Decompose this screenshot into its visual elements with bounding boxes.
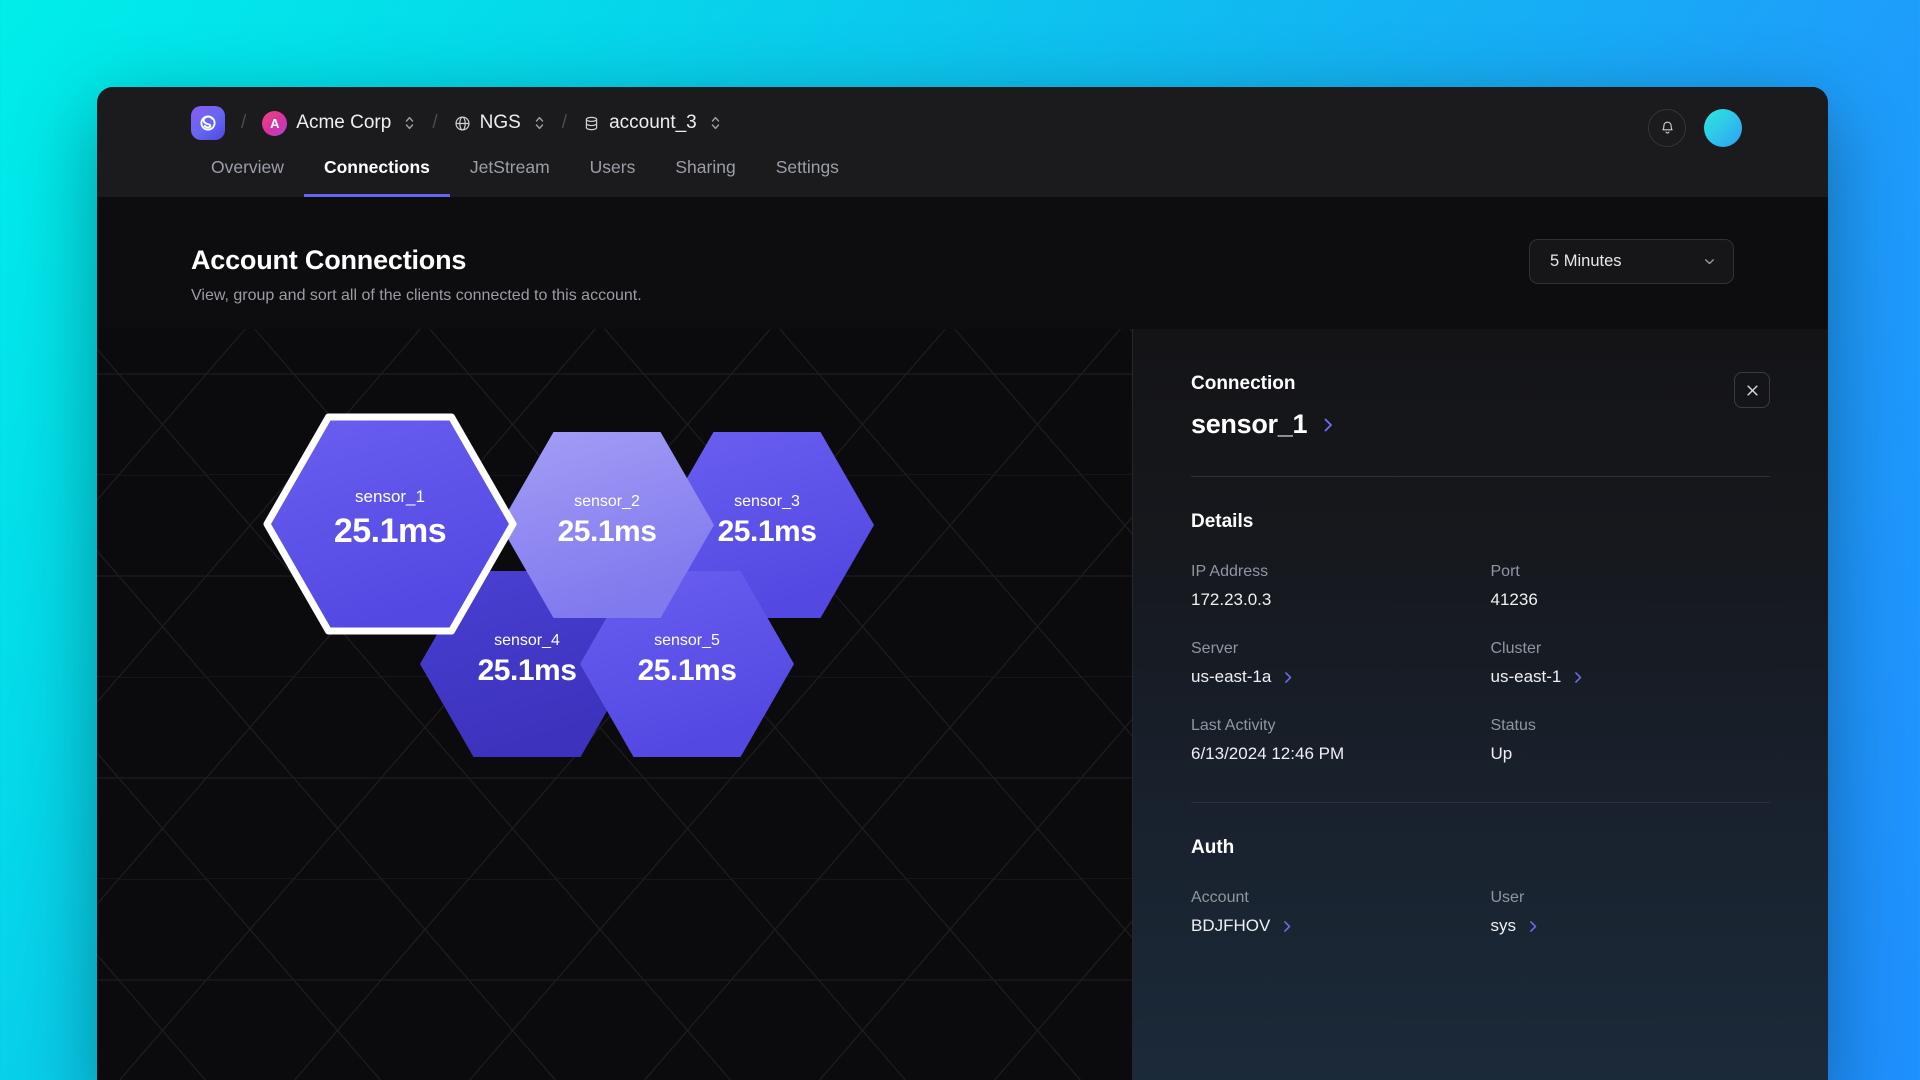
auth-section-title: Auth [1191,837,1235,858]
close-panel-button[interactable] [1734,372,1770,408]
detail-field-cluster: Cluster us-east-1 [1491,640,1771,687]
chevron-down-icon [1701,253,1718,270]
chevron-updown-icon[interactable] [533,114,546,132]
breadcrumb-separator-2: / [432,112,438,133]
details-section-title: Details [1191,511,1254,532]
tab-users[interactable]: Users [570,157,656,197]
breadcrumb-org-label: Acme Corp [296,112,392,133]
field-value[interactable]: BDJFHOV [1191,916,1471,936]
time-range-value: 5 Minutes [1550,252,1622,270]
globe-icon [454,115,471,132]
chevron-updown-icon[interactable] [709,114,722,132]
field-label: Cluster [1490,640,1542,657]
page-subtitle: View, group and sort all of the clients … [191,287,642,304]
field-label: Port [1490,563,1520,580]
field-label: User [1490,889,1525,906]
panel-title-row: sensor_1 [1191,409,1770,440]
field-value[interactable]: sys [1491,916,1771,936]
nav-tabs: Overview Connections JetStream Users Sha… [191,157,859,197]
user-avatar[interactable] [1704,109,1742,147]
panel-divider [1191,476,1770,477]
tab-overview[interactable]: Overview [191,157,304,197]
field-label: Account [1191,889,1249,906]
breadcrumb-account-label: account_3 [609,112,697,133]
synadia-logo-icon[interactable] [191,106,225,140]
field-value: 41236 [1490,590,1538,609]
panel-kicker: Connection [1191,373,1296,394]
chevron-right-icon[interactable] [1281,919,1293,934]
top-bar-actions [1648,109,1742,147]
connections-hex-map[interactable]: sensor_2 25.1ms sensor_3 25.1ms sensor_4… [97,329,1132,1080]
auth-field-user: User sys [1491,889,1771,936]
content-area: sensor_2 25.1ms sensor_3 25.1ms sensor_4… [97,329,1828,1080]
top-bar: / A Acme Corp / NGS / account_3 Overview… [97,87,1828,197]
panel-title: sensor_1 [1191,409,1308,439]
detail-field-status: Status Up [1491,717,1771,764]
field-label: IP Address [1191,563,1269,580]
tab-settings[interactable]: Settings [756,157,859,197]
time-range-select[interactable]: 5 Minutes [1529,239,1734,284]
field-value[interactable]: us-east-1 [1491,667,1771,687]
notifications-button[interactable] [1648,109,1686,147]
status-badge: Up [1490,744,1513,763]
database-icon [583,115,600,132]
page-title: Account Connections [191,245,467,275]
field-value: 172.23.0.3 [1191,590,1272,609]
org-avatar: A [262,110,288,136]
breadcrumb-separator-1: / [241,112,247,133]
field-value[interactable]: us-east-1a [1191,667,1471,687]
field-value: 6/13/2024 12:46 PM [1191,744,1345,763]
connection-detail-panel: Connection sensor_1 Details IP Address 1… [1132,329,1828,1080]
detail-field-last-activity: Last Activity 6/13/2024 12:46 PM [1191,717,1471,764]
breadcrumb: / A Acme Corp / NGS / account_3 [191,87,722,159]
chevron-right-icon[interactable] [1527,919,1539,934]
chevron-right-icon[interactable] [1321,416,1335,434]
field-label: Last Activity [1191,717,1276,734]
breadcrumb-system-label: NGS [479,112,521,133]
details-grid: IP Address 172.23.0.3 Port 41236 Server … [1191,563,1770,764]
tab-connections[interactable]: Connections [303,157,450,197]
panel-divider-2 [1191,802,1770,803]
bell-icon [1659,120,1676,137]
auth-grid: Account BDJFHOV User sys [1191,889,1770,936]
hex-node-sensor_1[interactable]: sensor_1 25.1ms [263,413,517,635]
breadcrumb-separator-3: / [561,112,568,133]
breadcrumb-item-system[interactable]: NGS [454,112,546,134]
breadcrumb-item-org[interactable]: A Acme Corp [262,110,416,136]
field-label: Server [1191,640,1239,657]
app-window: / A Acme Corp / NGS / account_3 Overview… [97,87,1828,1080]
breadcrumb-item-account[interactable]: account_3 [583,112,722,134]
tab-jetstream[interactable]: JetStream [450,157,570,197]
hex-node-sensor_2[interactable]: sensor_2 25.1ms [500,432,714,618]
page-header: Account Connections View, group and sort… [97,197,1828,329]
chevron-right-icon[interactable] [1572,670,1584,685]
detail-field-server: Server us-east-1a [1191,640,1471,687]
field-label: Status [1490,717,1536,734]
close-icon [1745,383,1760,398]
detail-field-ip-address: IP Address 172.23.0.3 [1191,563,1471,610]
auth-field-account: Account BDJFHOV [1191,889,1471,936]
chevron-updown-icon[interactable] [403,114,416,132]
detail-field-port: Port 41236 [1491,563,1771,610]
chevron-right-icon[interactable] [1282,670,1294,685]
tab-sharing[interactable]: Sharing [655,157,755,197]
